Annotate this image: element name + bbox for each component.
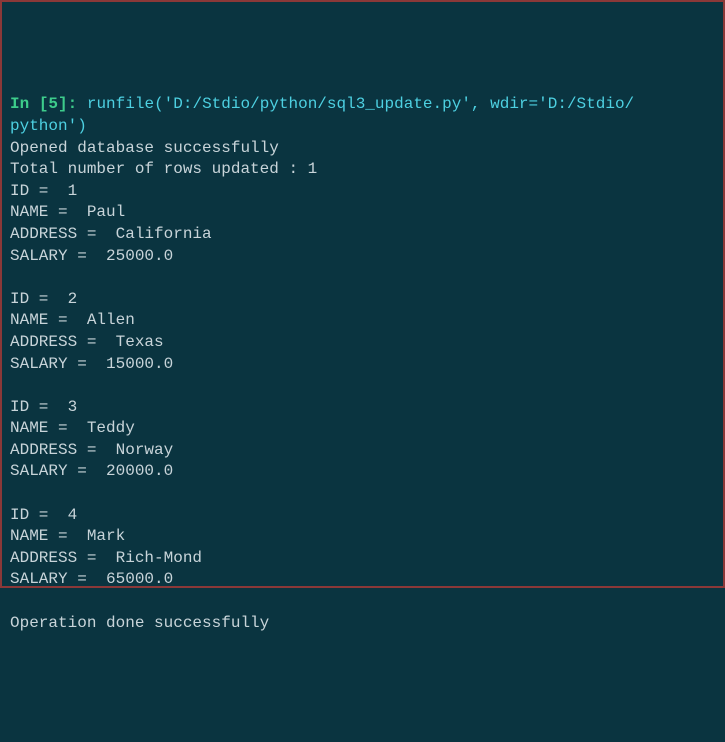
prompt-close-bracket: ]: <box>58 95 87 113</box>
runfile-call: runfile <box>87 95 154 113</box>
record-salary: SALARY = 25000.0 <box>10 246 715 268</box>
prompt-open-bracket: [ <box>39 95 49 113</box>
record-salary: SALARY = 20000.0 <box>10 461 715 483</box>
record-address: ADDRESS = Norway <box>10 440 715 462</box>
output-done: Operation done successfully <box>10 613 715 635</box>
arg-filepath: 'D:/Stdio/python/sql3_update.py' <box>164 95 471 113</box>
input-line-cont: python') <box>10 116 715 138</box>
open-paren: ( <box>154 95 164 113</box>
close-paren: ) <box>77 117 87 135</box>
kwarg-wdir: wdir= <box>490 95 538 113</box>
blank-line <box>10 267 715 289</box>
input-line: In [5]: runfile('D:/Stdio/python/sql3_up… <box>10 94 715 116</box>
record-address: ADDRESS = Texas <box>10 332 715 354</box>
record-name: NAME = Paul <box>10 202 715 224</box>
record-id: ID = 3 <box>10 397 715 419</box>
blank-line <box>10 591 715 613</box>
record-name: NAME = Mark <box>10 526 715 548</box>
record-name: NAME = Teddy <box>10 418 715 440</box>
output-opened: Opened database successfully <box>10 138 715 160</box>
blank-line <box>10 483 715 505</box>
record-id: ID = 4 <box>10 505 715 527</box>
arg-wdir-value-cont: python' <box>10 117 77 135</box>
record-salary: SALARY = 15000.0 <box>10 354 715 376</box>
prompt-number: 5 <box>48 95 58 113</box>
console-output: In [5]: runfile('D:/Stdio/python/sql3_up… <box>10 94 715 634</box>
record-name: NAME = Allen <box>10 310 715 332</box>
blank-line <box>10 375 715 397</box>
output-updated: Total number of rows updated : 1 <box>10 159 715 181</box>
record-id: ID = 2 <box>10 289 715 311</box>
arg-wdir-value: 'D:/Stdio/ <box>538 95 634 113</box>
record-address: ADDRESS = California <box>10 224 715 246</box>
arg-separator: , <box>471 95 490 113</box>
record-address: ADDRESS = Rich-Mond <box>10 548 715 570</box>
prompt-in-label: In <box>10 95 39 113</box>
record-id: ID = 1 <box>10 181 715 203</box>
